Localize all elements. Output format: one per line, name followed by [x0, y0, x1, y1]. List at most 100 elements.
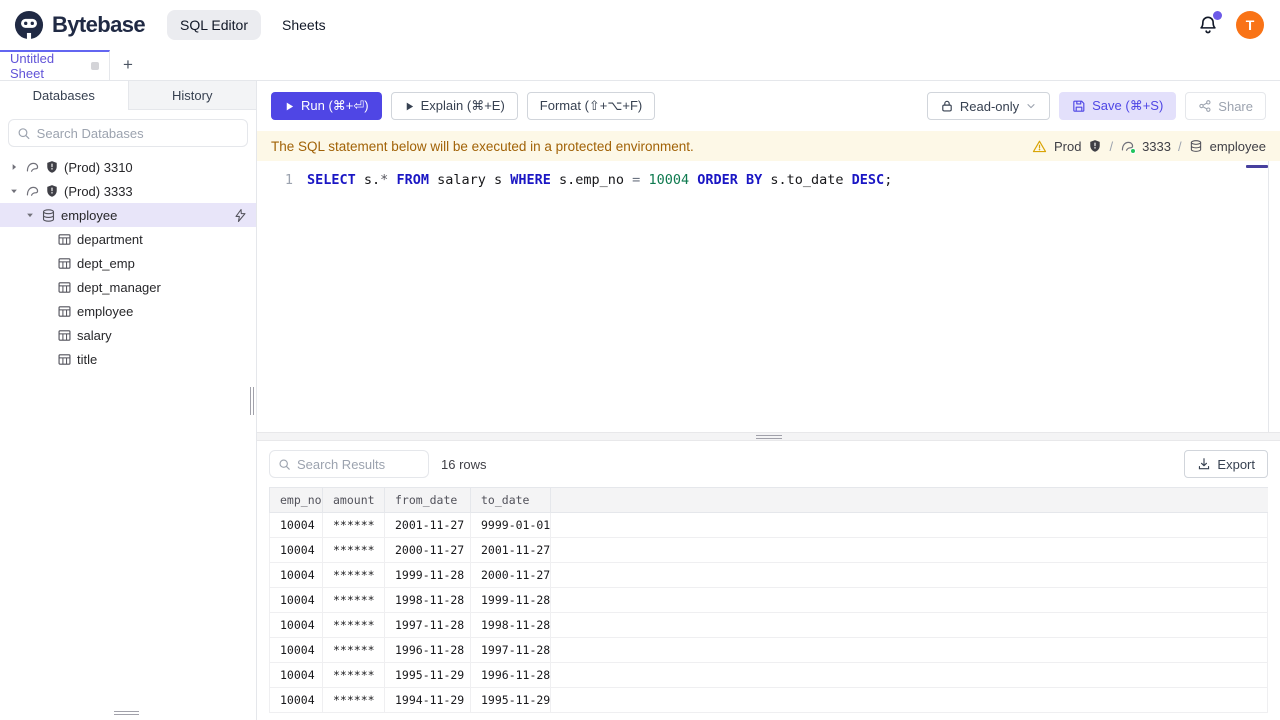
- caret-down-icon[interactable]: [24, 209, 36, 221]
- download-icon: [1199, 458, 1210, 470]
- cell-emp_no[interactable]: 10004: [269, 638, 323, 662]
- cell-to_date[interactable]: 9999-01-01: [471, 513, 551, 537]
- save-icon: [1073, 100, 1085, 112]
- row-filler: [551, 513, 1268, 537]
- mysql-icon: [26, 186, 39, 196]
- tree-item-employee[interactable]: employee: [0, 299, 256, 323]
- cell-emp_no[interactable]: 10004: [269, 613, 323, 637]
- cell-from_date[interactable]: 1994-11-29: [385, 688, 471, 712]
- brand[interactable]: Bytebase: [14, 10, 146, 40]
- results-header: 16 rows Export: [269, 449, 1268, 479]
- sql-statement[interactable]: SELECT s.* FROM salary s WHERE s.emp_no …: [307, 170, 892, 191]
- cell-to_date[interactable]: 1997-11-28: [471, 638, 551, 662]
- table-row[interactable]: 10004 ****** 1994-11-29 1995-11-29: [269, 688, 1268, 713]
- notifications-button[interactable]: [1198, 11, 1222, 35]
- cell-to_date[interactable]: 1995-11-29: [471, 688, 551, 712]
- database-label[interactable]: employee: [1210, 139, 1266, 154]
- tab-history[interactable]: History: [129, 81, 257, 109]
- cell-from_date[interactable]: 1997-11-28: [385, 613, 471, 637]
- cell-amount[interactable]: ******: [323, 663, 385, 687]
- sql-editor[interactable]: 1 SELECT s.* FROM salary s WHERE s.emp_n…: [257, 161, 1280, 432]
- tree-item-prod-3310[interactable]: (Prod) 3310: [0, 155, 256, 179]
- cell-amount[interactable]: ******: [323, 563, 385, 587]
- tree-item-label: employee: [61, 207, 118, 223]
- environment-label[interactable]: Prod: [1054, 139, 1081, 154]
- table-row[interactable]: 10004 ****** 1995-11-29 1996-11-28: [269, 663, 1268, 688]
- play-icon: [286, 102, 294, 110]
- share-button[interactable]: Share: [1185, 92, 1266, 120]
- table-row[interactable]: 10004 ****** 1998-11-28 1999-11-28: [269, 588, 1268, 613]
- readonly-mode-dropdown[interactable]: Read-only: [926, 92, 1051, 120]
- cell-to_date[interactable]: 1999-11-28: [471, 588, 551, 612]
- sidebar-resize-handle[interactable]: [250, 386, 254, 415]
- tree-item-title[interactable]: title: [0, 347, 256, 371]
- cell-amount[interactable]: ******: [323, 588, 385, 612]
- save-button[interactable]: Save (⌘+S): [1059, 92, 1177, 120]
- tab-databases[interactable]: Databases: [0, 81, 129, 110]
- tree-item-employee[interactable]: employee: [0, 203, 256, 227]
- tree-item-department[interactable]: department: [0, 227, 256, 251]
- table-row[interactable]: 10004 ****** 2001-11-27 9999-01-01: [269, 513, 1268, 538]
- column-header-from_date[interactable]: from_date: [385, 488, 471, 512]
- tree-item-dept-manager[interactable]: dept_manager: [0, 275, 256, 299]
- table-row[interactable]: 10004 ****** 2000-11-27 2001-11-27: [269, 538, 1268, 563]
- cell-emp_no[interactable]: 10004: [269, 563, 323, 587]
- table-row[interactable]: 10004 ****** 1996-11-28 1997-11-28: [269, 638, 1268, 663]
- tree-item-dept-emp[interactable]: dept_emp: [0, 251, 256, 275]
- cell-from_date[interactable]: 2001-11-27: [385, 513, 471, 537]
- connect-action[interactable]: [233, 208, 248, 223]
- cell-from_date[interactable]: 1999-11-28: [385, 563, 471, 587]
- cell-to_date[interactable]: 2001-11-27: [471, 538, 551, 562]
- cell-from_date[interactable]: 1998-11-28: [385, 588, 471, 612]
- tree-item-label: (Prod) 3333: [64, 183, 133, 199]
- results-resize-handle[interactable]: [257, 432, 1280, 441]
- cell-emp_no[interactable]: 10004: [269, 688, 323, 712]
- search-results-input[interactable]: [297, 456, 420, 472]
- export-button[interactable]: Export: [1184, 450, 1268, 478]
- cell-amount[interactable]: ******: [323, 638, 385, 662]
- cell-from_date[interactable]: 2000-11-27: [385, 538, 471, 562]
- sql-token: salary s: [428, 172, 511, 188]
- cell-to_date[interactable]: 1996-11-28: [471, 663, 551, 687]
- run-button[interactable]: Run (⌘+⏎): [271, 92, 382, 120]
- add-sheet-button[interactable]: +: [110, 50, 146, 80]
- cell-to_date[interactable]: 2000-11-27: [471, 563, 551, 587]
- nav-sheets[interactable]: Sheets: [269, 10, 339, 40]
- nav-sql-editor[interactable]: SQL Editor: [167, 10, 261, 40]
- database-search[interactable]: [8, 119, 248, 147]
- results-search[interactable]: [269, 450, 429, 478]
- caret-down-icon[interactable]: [8, 185, 20, 197]
- tree-item-prod-3333[interactable]: (Prod) 3333: [0, 179, 256, 203]
- cell-emp_no[interactable]: 10004: [269, 588, 323, 612]
- avatar[interactable]: T: [1236, 11, 1264, 39]
- cell-amount[interactable]: ******: [323, 538, 385, 562]
- search-databases-input[interactable]: [36, 125, 239, 141]
- breadcrumb-separator: /: [1178, 138, 1182, 154]
- table-icon: [58, 329, 71, 341]
- column-header-emp_no[interactable]: emp_no: [269, 488, 323, 512]
- column-header-to_date[interactable]: to_date: [471, 488, 551, 512]
- cell-from_date[interactable]: 1996-11-28: [385, 638, 471, 662]
- cell-emp_no[interactable]: 10004: [269, 538, 323, 562]
- tree-item-salary[interactable]: salary: [0, 323, 256, 347]
- caret-right-icon[interactable]: [8, 161, 20, 173]
- table-row[interactable]: 10004 ****** 1999-11-28 2000-11-27: [269, 563, 1268, 588]
- sheet-tab-untitled[interactable]: Untitled Sheet: [0, 50, 110, 81]
- format-button[interactable]: Format (⇧+⌥+F): [526, 92, 656, 120]
- column-header-amount[interactable]: amount: [323, 488, 385, 512]
- table-row[interactable]: 10004 ****** 1997-11-28 1998-11-28: [269, 613, 1268, 638]
- sidebar-bottom-resize-handle[interactable]: [114, 711, 139, 715]
- cell-emp_no[interactable]: 10004: [269, 513, 323, 537]
- cell-amount[interactable]: ******: [323, 513, 385, 537]
- editor-scrollbar-thumb[interactable]: [1246, 165, 1268, 168]
- instance-label[interactable]: 3333: [1142, 139, 1171, 154]
- cell-from_date[interactable]: 1995-11-29: [385, 663, 471, 687]
- cell-to_date[interactable]: 1998-11-28: [471, 613, 551, 637]
- banner-message: The SQL statement below will be executed…: [271, 138, 694, 154]
- cell-emp_no[interactable]: 10004: [269, 663, 323, 687]
- header-filler: [551, 488, 1268, 512]
- cell-amount[interactable]: ******: [323, 613, 385, 637]
- bytebase-logo-icon: [14, 10, 44, 40]
- cell-amount[interactable]: ******: [323, 688, 385, 712]
- explain-button[interactable]: Explain (⌘+E): [390, 92, 518, 120]
